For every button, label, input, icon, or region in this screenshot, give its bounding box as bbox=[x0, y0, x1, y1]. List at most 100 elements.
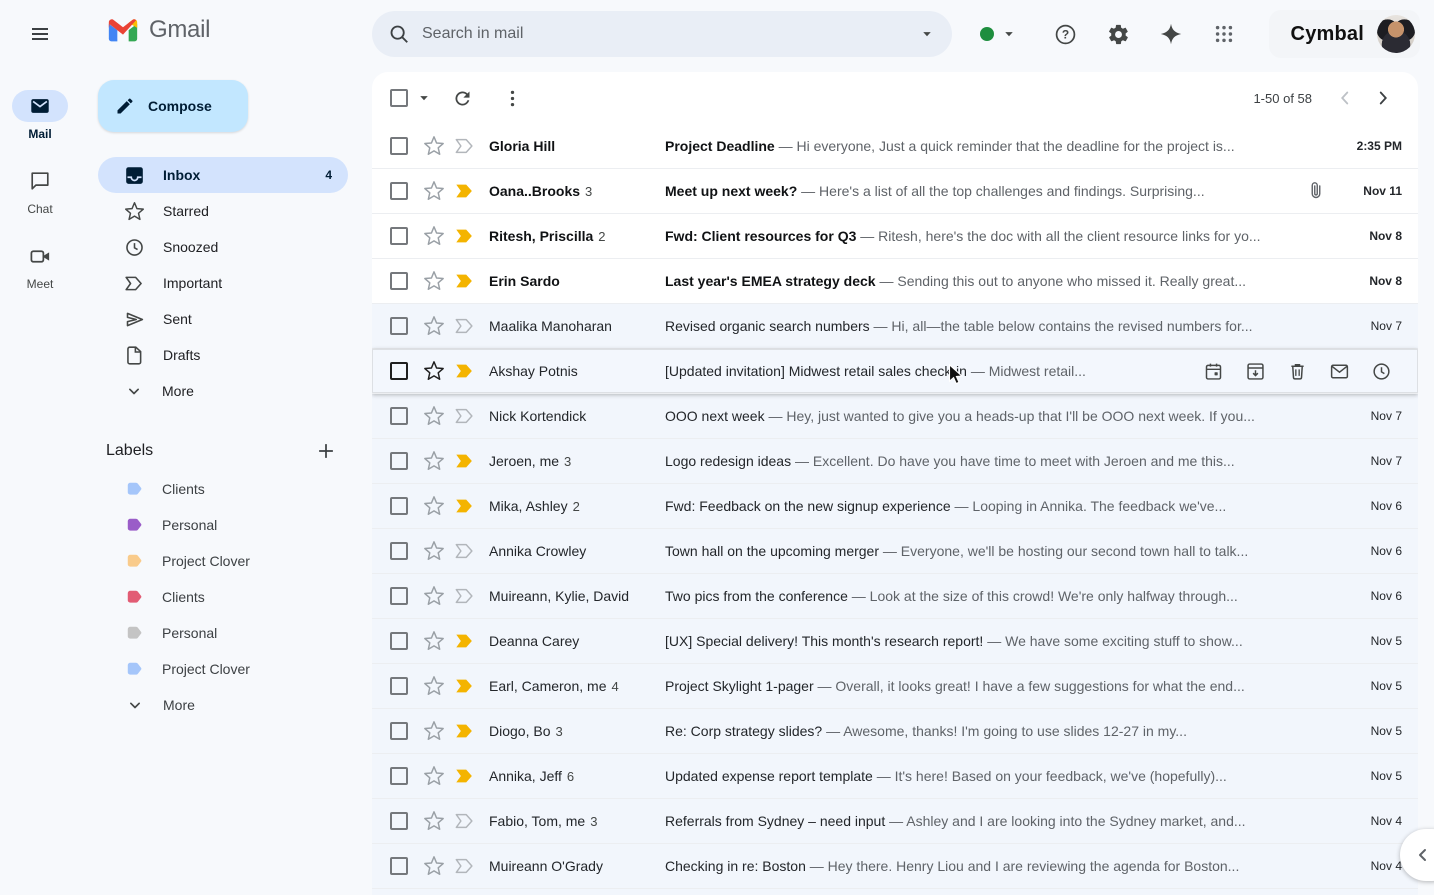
more-options-button[interactable] bbox=[491, 77, 533, 119]
importance-marker-icon[interactable] bbox=[454, 540, 476, 562]
importance-marker-icon[interactable] bbox=[454, 765, 476, 787]
email-row[interactable]: Gloria Hill Project Deadline — Hi everyo… bbox=[372, 124, 1418, 169]
search-bar[interactable] bbox=[372, 11, 952, 57]
email-select-checkbox[interactable] bbox=[390, 587, 408, 605]
importance-marker-icon[interactable] bbox=[454, 855, 476, 877]
importance-marker-icon[interactable] bbox=[454, 450, 476, 472]
gemini-button[interactable] bbox=[1147, 10, 1195, 58]
sidebar-item-starred[interactable]: Starred bbox=[98, 193, 348, 229]
mark-as-read-button[interactable] bbox=[1318, 352, 1360, 390]
user-avatar[interactable] bbox=[1377, 15, 1415, 53]
email-row[interactable]: Annika, Jeff 6 Updated expense report te… bbox=[372, 754, 1418, 799]
email-row[interactable]: Muireann, Kylie, David Two pics from the… bbox=[372, 574, 1418, 619]
star-toggle-icon[interactable] bbox=[423, 585, 445, 607]
importance-marker-icon[interactable] bbox=[454, 315, 476, 337]
sidebar-label-clients[interactable]: Clients bbox=[98, 579, 348, 615]
select-all-control[interactable] bbox=[390, 89, 433, 107]
star-toggle-icon[interactable] bbox=[423, 360, 445, 382]
sidebar-item-inbox[interactable]: Inbox 4 bbox=[98, 157, 348, 193]
snooze-button[interactable] bbox=[1360, 352, 1402, 390]
star-toggle-icon[interactable] bbox=[423, 765, 445, 787]
star-toggle-icon[interactable] bbox=[423, 180, 445, 202]
email-select-checkbox[interactable] bbox=[390, 497, 408, 515]
main-menu-button[interactable] bbox=[16, 10, 64, 58]
email-row[interactable]: Akshay Potnis [Updated invitation] Midwe… bbox=[372, 349, 1418, 394]
email-row[interactable]: Muireann O'Grady Checking in re: Boston … bbox=[372, 844, 1418, 889]
email-row[interactable]: Maalika Manoharan Revised organic search… bbox=[372, 304, 1418, 349]
rail-item-meet[interactable]: Meet bbox=[12, 240, 68, 291]
newer-page-button[interactable] bbox=[1326, 79, 1364, 117]
importance-marker-icon[interactable] bbox=[454, 720, 476, 742]
star-toggle-icon[interactable] bbox=[423, 810, 445, 832]
star-toggle-icon[interactable] bbox=[423, 135, 445, 157]
sidebar-item-more[interactable]: More bbox=[98, 373, 348, 409]
email-select-checkbox[interactable] bbox=[390, 317, 408, 335]
sidebar-item-sent[interactable]: Sent bbox=[98, 301, 348, 337]
availability-status[interactable] bbox=[980, 25, 1018, 43]
select-caret-icon[interactable] bbox=[415, 89, 433, 107]
star-toggle-icon[interactable] bbox=[423, 315, 445, 337]
star-toggle-icon[interactable] bbox=[423, 855, 445, 877]
sidebar-label-project-clover[interactable]: Project Clover bbox=[98, 543, 348, 579]
sidebar-item-drafts[interactable]: Drafts bbox=[98, 337, 348, 373]
email-row[interactable]: Oana..Brooks 3 Meet up next week? — Here… bbox=[372, 169, 1418, 214]
rsvp-calendar-button[interactable] bbox=[1192, 352, 1234, 390]
email-select-checkbox[interactable] bbox=[390, 407, 408, 425]
sidebar-label-personal[interactable]: Personal bbox=[98, 507, 348, 543]
email-select-checkbox[interactable] bbox=[390, 362, 408, 380]
email-select-checkbox[interactable] bbox=[390, 542, 408, 560]
rail-item-chat[interactable]: Chat bbox=[12, 165, 68, 216]
sidebar-label-clients[interactable]: Clients bbox=[98, 471, 348, 507]
sidebar-label-more[interactable]: More bbox=[98, 687, 348, 723]
email-row[interactable]: Nick Kortendick OOO next week — Hey, jus… bbox=[372, 394, 1418, 439]
star-toggle-icon[interactable] bbox=[423, 720, 445, 742]
older-page-button[interactable] bbox=[1364, 79, 1402, 117]
refresh-button[interactable] bbox=[441, 77, 483, 119]
email-row[interactable]: Deanna Carey [UX] Special delivery! This… bbox=[372, 619, 1418, 664]
importance-marker-icon[interactable] bbox=[454, 225, 476, 247]
sidebar-item-snoozed[interactable]: Snoozed bbox=[98, 229, 348, 265]
importance-marker-icon[interactable] bbox=[454, 675, 476, 697]
delete-button[interactable] bbox=[1276, 352, 1318, 390]
compose-button[interactable]: Compose bbox=[98, 80, 248, 132]
help-button[interactable]: ? bbox=[1041, 10, 1089, 58]
select-all-checkbox[interactable] bbox=[390, 89, 408, 107]
email-select-checkbox[interactable] bbox=[390, 857, 408, 875]
email-row[interactable]: Ritesh, Priscilla 2 Fwd: Client resource… bbox=[372, 214, 1418, 259]
importance-marker-icon[interactable] bbox=[454, 585, 476, 607]
sidebar-item-important[interactable]: Important bbox=[98, 265, 348, 301]
star-toggle-icon[interactable] bbox=[423, 675, 445, 697]
rail-item-mail[interactable]: Mail bbox=[12, 90, 68, 141]
email-select-checkbox[interactable] bbox=[390, 452, 408, 470]
archive-button[interactable] bbox=[1234, 352, 1276, 390]
star-toggle-icon[interactable] bbox=[423, 540, 445, 562]
importance-marker-icon[interactable] bbox=[454, 270, 476, 292]
google-apps-button[interactable] bbox=[1200, 10, 1248, 58]
star-toggle-icon[interactable] bbox=[423, 450, 445, 472]
email-row[interactable]: Annika Crowley Town hall on the upcoming… bbox=[372, 529, 1418, 574]
email-select-checkbox[interactable] bbox=[390, 677, 408, 695]
search-options-caret-icon[interactable] bbox=[918, 25, 936, 43]
importance-marker-icon[interactable] bbox=[454, 405, 476, 427]
importance-marker-icon[interactable] bbox=[454, 630, 476, 652]
email-row[interactable]: Earl, Cameron, me 4 Project Skylight 1-p… bbox=[372, 664, 1418, 709]
email-row[interactable]: Fabio, Tom, me 3 Referrals from Sydney –… bbox=[372, 799, 1418, 844]
email-select-checkbox[interactable] bbox=[390, 767, 408, 785]
importance-marker-icon[interactable] bbox=[454, 495, 476, 517]
sidebar-label-project-clover[interactable]: Project Clover bbox=[98, 651, 348, 687]
email-select-checkbox[interactable] bbox=[390, 182, 408, 200]
email-row[interactable]: Mika, Ashley 2 Fwd: Feedback on the new … bbox=[372, 484, 1418, 529]
importance-marker-icon[interactable] bbox=[454, 180, 476, 202]
star-toggle-icon[interactable] bbox=[423, 630, 445, 652]
settings-button[interactable] bbox=[1094, 10, 1142, 58]
email-row[interactable]: Erin Sardo Last year's EMEA strategy dec… bbox=[372, 259, 1418, 304]
search-input[interactable] bbox=[422, 25, 918, 43]
search-icon[interactable] bbox=[388, 23, 410, 45]
email-select-checkbox[interactable] bbox=[390, 632, 408, 650]
email-select-checkbox[interactable] bbox=[390, 227, 408, 245]
importance-marker-icon[interactable] bbox=[454, 135, 476, 157]
email-row[interactable]: Jeroen, me 3 Logo redesign ideas — Excel… bbox=[372, 439, 1418, 484]
email-select-checkbox[interactable] bbox=[390, 137, 408, 155]
sidebar-label-personal[interactable]: Personal bbox=[98, 615, 348, 651]
email-select-checkbox[interactable] bbox=[390, 272, 408, 290]
